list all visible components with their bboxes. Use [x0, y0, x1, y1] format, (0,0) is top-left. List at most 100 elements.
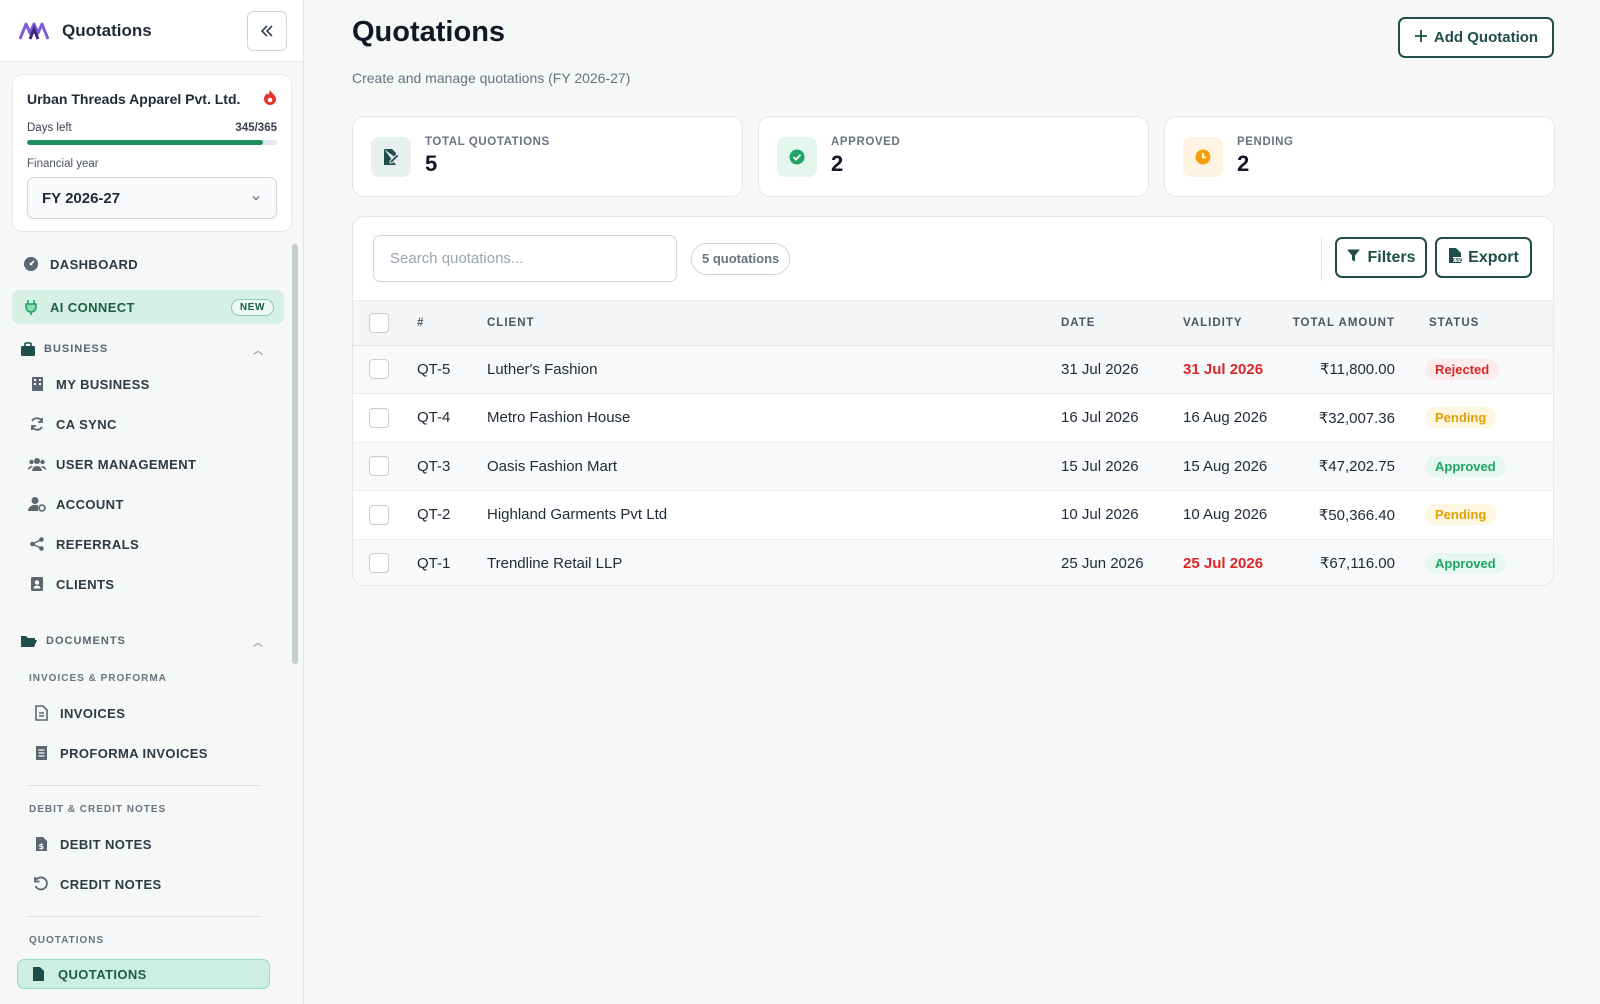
svg-text:CSV: CSV: [1453, 257, 1463, 263]
quotation-date: 15 Jul 2026: [1051, 442, 1173, 491]
dashboard-gauge-icon: [22, 255, 40, 273]
nav-dashboard[interactable]: DASHBOARD: [0, 247, 296, 281]
sidebar: Quotations Urban Threads Apparel Pvt. Lt…: [0, 0, 304, 1004]
folder-open-icon: [20, 634, 38, 648]
export-button[interactable]: CSV Export: [1435, 237, 1532, 278]
nav-ai-connect-label: AI CONNECT: [50, 299, 135, 315]
quotation-date: 10 Jul 2026: [1051, 490, 1173, 540]
filters-button[interactable]: Filters: [1335, 237, 1427, 278]
column-header-validity[interactable]: VALIDITY: [1173, 301, 1291, 346]
edit-document-icon: [371, 136, 411, 177]
app-logo-icon[interactable]: [18, 15, 50, 47]
divider: [28, 785, 260, 786]
add-quotation-button[interactable]: Add Quotation: [1398, 17, 1554, 58]
status-badge: Pending: [1425, 407, 1497, 429]
nav-my-business[interactable]: MY BUSINESS: [0, 364, 296, 404]
client-name[interactable]: Metro Fashion House: [477, 393, 1051, 443]
nav-credit-notes[interactable]: CREDIT NOTES: [0, 864, 296, 904]
group-quotations: QUOTATIONS: [29, 934, 105, 946]
nav-account-label: ACCOUNT: [56, 496, 124, 512]
financial-year-value: FY 2026-27: [42, 189, 121, 207]
quotation-number[interactable]: QT-4: [407, 393, 477, 443]
filter-icon: [1346, 248, 1361, 268]
plug-icon: [22, 298, 40, 316]
client-name[interactable]: Oasis Fashion Mart: [477, 442, 1051, 491]
section-business[interactable]: BUSINESS ︿: [0, 334, 296, 364]
row-checkbox[interactable]: [369, 407, 389, 428]
column-header-date[interactable]: DATE: [1051, 301, 1173, 346]
clock-icon: [1183, 136, 1223, 177]
quotations-table-card: Search quotations... 5 quotations Filter…: [352, 216, 1554, 586]
nav-debit-notes[interactable]: $ DEBIT NOTES: [0, 824, 296, 864]
quotation-number[interactable]: QT-1: [407, 539, 477, 585]
validity-date: 10 Aug 2026: [1173, 490, 1291, 540]
row-checkbox[interactable]: [369, 359, 389, 380]
nav-user-management[interactable]: USER MANAGEMENT: [0, 444, 296, 484]
user-settings-icon: [28, 495, 46, 513]
nav-invoices[interactable]: INVOICES: [0, 693, 296, 733]
nav-clients[interactable]: CLIENTS: [0, 564, 296, 604]
company-name: Urban Threads Apparel Pvt. Ltd.: [27, 90, 241, 107]
divider: [28, 916, 260, 917]
nav-ca-sync[interactable]: CA SYNC: [0, 404, 296, 444]
nav-invoices-label: INVOICES: [60, 705, 126, 721]
quotation-date: 25 Jun 2026: [1051, 539, 1173, 585]
table-row[interactable]: QT-4 Metro Fashion House 16 Jul 2026 16 Aug…: [353, 393, 1553, 443]
financial-year-label: Financial year: [27, 158, 99, 170]
column-header-client[interactable]: CLIENT: [477, 301, 1051, 346]
client-name[interactable]: Trendline Retail LLP: [477, 539, 1051, 585]
quotation-number[interactable]: QT-3: [407, 442, 477, 491]
table-row[interactable]: QT-2 Highland Garments Pvt Ltd 10 Jul 2026…: [353, 490, 1553, 540]
chevron-up-icon: ︿: [253, 637, 264, 649]
quotations-table: # CLIENT DATE VALIDITY TOTAL AMOUNT STAT…: [353, 301, 1553, 585]
days-left-value: 345/365: [235, 122, 277, 134]
validity-date: 31 Jul 2026: [1173, 345, 1291, 394]
row-checkbox[interactable]: [369, 553, 389, 574]
share-icon: [28, 535, 46, 553]
stat-value: 5: [425, 151, 438, 176]
nav-account[interactable]: ACCOUNT: [0, 484, 296, 524]
client-name[interactable]: Highland Garments Pvt Ltd: [477, 490, 1051, 540]
total-amount: ₹32,007.36: [1291, 393, 1425, 443]
nav-ai-connect[interactable]: AI CONNECT NEW: [12, 290, 284, 324]
quotation-number[interactable]: QT-5: [407, 345, 477, 394]
row-checkbox[interactable]: [369, 456, 389, 477]
table-row[interactable]: QT-1 Trendline Retail LLP 25 Jun 2026 25 Ju…: [353, 539, 1553, 585]
nav-proforma-invoices[interactable]: PROFORMA INVOICES: [0, 733, 296, 773]
main-content: Quotations Create and manage quotations …: [304, 0, 1600, 1004]
nav-dashboard-label: DASHBOARD: [50, 256, 139, 272]
add-quotation-label: Add Quotation: [1433, 29, 1539, 46]
nav-referrals-label: REFERRALS: [56, 536, 140, 552]
search-input[interactable]: Search quotations...: [373, 235, 677, 282]
stat-approved: APPROVED 2: [758, 116, 1149, 197]
page-title: Quotations: [352, 16, 506, 48]
nav-quotations-label: QUOTATIONS: [58, 966, 147, 982]
stat-label: PENDING: [1237, 136, 1294, 148]
collapse-sidebar-button[interactable]: [247, 10, 287, 51]
group-debit-credit-notes: DEBIT & CREDIT NOTES: [29, 803, 167, 815]
column-header-status[interactable]: STATUS: [1425, 301, 1553, 346]
stat-value: 2: [831, 151, 844, 176]
section-documents[interactable]: DOCUMENTS ︿: [0, 626, 296, 656]
edit-document-icon: [30, 965, 48, 983]
column-header-total-amount[interactable]: TOTAL AMOUNT: [1291, 301, 1425, 346]
total-amount: ₹50,366.40: [1291, 490, 1425, 540]
nav-referrals[interactable]: REFERRALS: [0, 524, 296, 564]
sidebar-scrollbar[interactable]: [292, 244, 298, 664]
quotation-date: 16 Jul 2026: [1051, 393, 1173, 443]
validity-date: 25 Jul 2026: [1173, 539, 1291, 585]
company-card: Urban Threads Apparel Pvt. Ltd. Days lef…: [12, 74, 292, 232]
select-all-checkbox[interactable]: [369, 312, 389, 333]
total-amount: ₹11,800.00: [1291, 345, 1425, 394]
financial-year-select[interactable]: FY 2026-27: [27, 177, 277, 219]
days-left-progress-fill: [27, 140, 264, 145]
table-row[interactable]: QT-5 Luther's Fashion 31 Jul 2026 31 Jul 20…: [353, 345, 1553, 394]
streak-flame-icon: [263, 89, 277, 108]
row-checkbox[interactable]: [369, 504, 389, 525]
column-header-number[interactable]: #: [407, 301, 477, 346]
table-row[interactable]: QT-3 Oasis Fashion Mart 15 Jul 2026 15 Aug …: [353, 442, 1553, 491]
nav-quotations[interactable]: QUOTATIONS: [17, 959, 270, 989]
client-name[interactable]: Luther's Fashion: [477, 345, 1051, 394]
quotation-number[interactable]: QT-2: [407, 490, 477, 540]
sidebar-header: Quotations: [0, 0, 303, 62]
